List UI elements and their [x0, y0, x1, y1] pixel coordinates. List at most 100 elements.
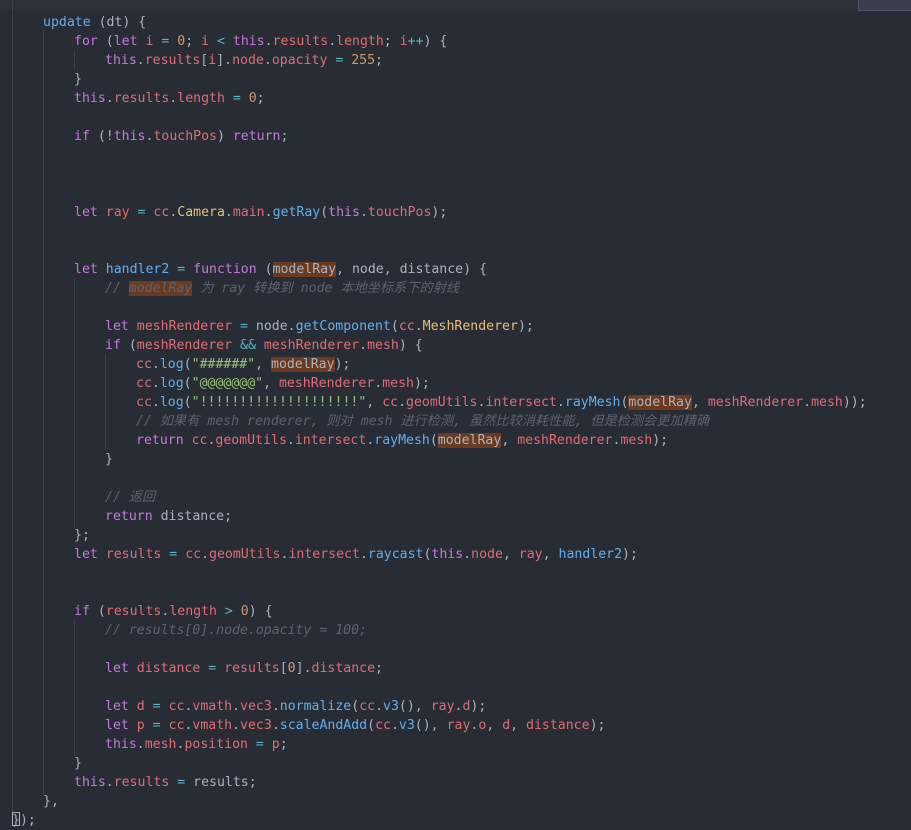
code-token: let	[105, 661, 129, 676]
code-token: this	[113, 129, 146, 144]
code-token: d	[502, 718, 511, 733]
code-line[interactable]: let ray = cc.Camera.main.getRay(this.tou…	[74, 203, 447, 222]
code-token: for	[74, 34, 98, 49]
code-line[interactable]: let handler2 = function (modelRay, node,…	[74, 260, 487, 279]
code-token: distance	[128, 661, 201, 676]
code-token: getRay	[272, 205, 321, 220]
code-token: v3	[383, 699, 399, 714]
code-line[interactable]: // modelRay 为 ray 转换到 node 本地坐标系下的射线	[105, 279, 459, 298]
code-token: mesh	[620, 433, 653, 448]
code-token: cc	[136, 357, 152, 372]
code-token: ));	[842, 395, 867, 410]
code-token: let	[113, 34, 138, 49]
code-line[interactable]: // results[0].node.opacity = 100;	[105, 621, 367, 640]
code-line[interactable]: // 如果有 mesh renderer, 则对 mesh 进行检测, 虽然比较…	[136, 412, 709, 431]
code-token: getComponent	[295, 319, 391, 334]
code-token: let	[74, 205, 98, 220]
code-line[interactable]: },	[43, 792, 59, 811]
code-line[interactable]: let distance = results[0].distance;	[105, 659, 383, 678]
code-line[interactable]: cc.log("######", modelRay);	[136, 355, 350, 374]
code-token: length	[169, 604, 217, 619]
code-token: ;	[279, 737, 288, 752]
code-token: scaleAndAdd	[279, 718, 368, 733]
code-token: =	[169, 775, 186, 790]
code-line[interactable]: if (results.length > 0) {	[74, 602, 273, 621]
code-line[interactable]: this.results[i].node.opacity = 255;	[105, 51, 383, 70]
indent-guide	[74, 278, 75, 528]
code-token: );	[470, 699, 487, 714]
code-token: cc	[177, 547, 202, 562]
code-token: log	[159, 395, 184, 410]
code-token: ;	[383, 34, 400, 49]
code-line[interactable]: let p = cc.vmath.vec3.scaleAndAdd(cc.v3(…	[105, 716, 605, 735]
code-editor[interactable]: update (dt) {for (let i = 0; i < this.re…	[0, 0, 911, 828]
code-token: .	[105, 91, 114, 106]
code-token: ;	[375, 53, 383, 68]
code-token: node.	[247, 319, 296, 334]
code-line[interactable]: // 返回	[105, 488, 155, 507]
code-line[interactable]: update (dt) {	[43, 13, 146, 32]
code-token: cc	[136, 395, 152, 410]
indent-guide	[43, 30, 44, 795]
code-line[interactable]: let d = cc.vmath.vec3.normalize(cc.v3(),…	[105, 697, 486, 716]
code-line[interactable]: this.results.length = 0;	[74, 89, 265, 108]
code-token: this	[105, 737, 137, 752]
code-token: log	[159, 376, 184, 391]
code-token: ;	[280, 129, 289, 144]
code-token: handler2	[558, 547, 623, 562]
code-line[interactable]: let meshRenderer = node.getComponent(cc.…	[105, 317, 534, 336]
code-line[interactable]: }	[74, 754, 82, 773]
code-token: cc	[382, 395, 399, 410]
code-token: );	[652, 433, 669, 448]
code-line[interactable]: this.results = results;	[74, 773, 257, 792]
code-token: vec3	[240, 718, 272, 733]
code-line[interactable]: };	[74, 526, 90, 545]
code-token: .	[263, 53, 272, 68]
code-line[interactable]: return distance;	[105, 507, 232, 526]
code-token: ,	[501, 433, 518, 448]
code-token: , node, distance) {	[336, 262, 487, 277]
code-token: cc	[145, 205, 170, 220]
code-token: .	[232, 699, 241, 714]
code-token: (	[97, 34, 114, 49]
code-token: mesh	[811, 395, 843, 410]
code-line[interactable]: }	[74, 70, 82, 89]
code-line[interactable]: let results = cc.geomUtils.intersect.ray…	[74, 545, 638, 564]
code-token: =	[327, 53, 344, 68]
code-token: .	[375, 699, 384, 714]
code-token: function	[185, 262, 257, 277]
code-token: .	[286, 433, 295, 448]
code-line[interactable]: for (let i = 0; i < this.results.length;…	[74, 32, 447, 51]
code-token: ;	[256, 91, 265, 106]
code-token: log	[159, 357, 184, 372]
minimap-corner[interactable]	[858, 0, 911, 11]
code-token: ,	[502, 547, 519, 562]
code-line[interactable]: this.mesh.position = p;	[105, 735, 288, 754]
indent-guide	[74, 50, 75, 70]
code-token: .	[328, 34, 337, 49]
code-line[interactable]: cc.log("@@@@@@@", meshRenderer.mesh);	[136, 374, 430, 393]
indent-guide	[74, 620, 75, 756]
code-line[interactable]: return cc.geomUtils.intersect.rayMesh(mo…	[136, 431, 668, 450]
code-line[interactable]: }	[105, 450, 113, 469]
code-token: (	[120, 338, 137, 353]
code-token: ray	[518, 547, 543, 562]
code-line[interactable]: if (!this.touchPos) return;	[74, 127, 288, 146]
editor-top-strip	[0, 0, 911, 10]
indent-guide	[105, 354, 106, 450]
code-token: touchPos	[153, 129, 217, 144]
code-token: 0	[232, 604, 249, 619]
code-token: rayMesh	[374, 433, 430, 448]
code-token: (!	[89, 129, 114, 144]
code-token: );	[622, 547, 638, 562]
code-token: .	[105, 775, 114, 790]
code-token: vmath	[192, 718, 233, 733]
code-token: "######"	[191, 357, 256, 372]
code-token: main	[232, 205, 265, 220]
code-line[interactable]: cc.log("!!!!!!!!!!!!!!!!!!!!", cc.geomUt…	[136, 393, 867, 412]
code-token: .	[803, 395, 812, 410]
code-token: .	[264, 34, 273, 49]
code-token: (	[183, 395, 192, 410]
code-token: results	[216, 661, 280, 676]
code-line[interactable]: if (meshRenderer && meshRenderer.mesh) {	[105, 336, 423, 355]
